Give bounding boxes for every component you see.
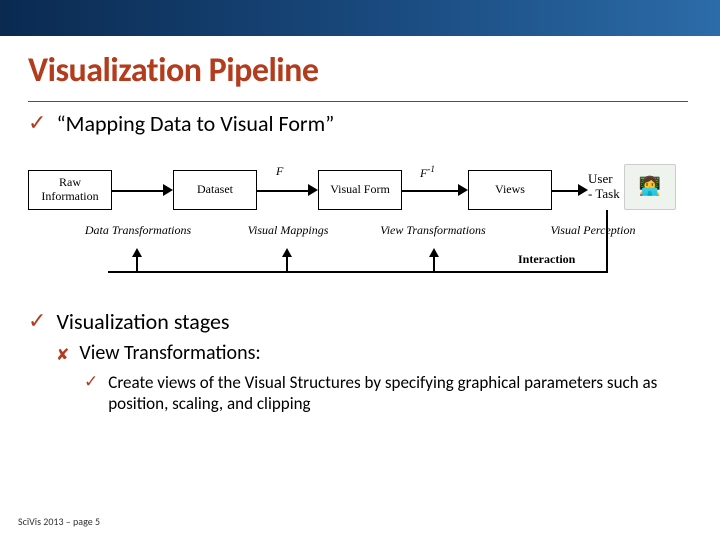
arrow-visual-views xyxy=(402,190,458,192)
user-task: User - Task 👩‍💻 xyxy=(588,164,693,210)
bullet-stages: ✓ Visualization stages xyxy=(28,308,692,336)
arrow-raw-dataset xyxy=(112,190,163,192)
arrow-head-icon xyxy=(458,184,468,196)
label-data-transformations: Data Transformations xyxy=(83,224,193,238)
box-dataset: Dataset xyxy=(173,170,257,210)
box-visual-form: Visual Form xyxy=(318,170,402,210)
arrow-up-icon xyxy=(282,248,292,257)
header-bar xyxy=(0,0,720,36)
slide-content: Visualization Pipeline ✓ “Mapping Data t… xyxy=(0,36,720,415)
user-downlink xyxy=(606,210,608,272)
page-footer: SciVis 2013 – page 5 xyxy=(18,515,100,528)
arrow-head-icon xyxy=(163,184,173,196)
arrow-views-user xyxy=(552,190,578,192)
x-icon: ✘ xyxy=(56,346,69,365)
bullet-mapping-text: “Mapping Data to Visual Form” xyxy=(56,110,334,138)
check-icon: ✓ xyxy=(84,372,98,392)
arrow-up-icon xyxy=(132,248,142,257)
arrow-head-icon xyxy=(578,184,588,196)
label-f-inverse: F-1 xyxy=(420,164,435,181)
label-f-inverse-sup: -1 xyxy=(427,164,435,174)
pipeline-diagram: Raw Information Dataset Visual Form View… xyxy=(28,152,692,292)
arrow-up-icon xyxy=(429,248,439,257)
bullet-leaf: ✓ Create views of the Visual Structures … xyxy=(84,372,692,415)
bullet-mapping: ✓ “Mapping Data to Visual Form” xyxy=(28,110,692,138)
arrow-head-icon xyxy=(308,184,318,196)
label-visual-mappings: Visual Mappings xyxy=(233,224,343,238)
slide-title: Visualization Pipeline xyxy=(28,50,692,91)
label-f: F xyxy=(276,164,283,179)
bullet-leaf-text: Create views of the Visual Structures by… xyxy=(108,372,692,415)
title-underline xyxy=(28,101,688,102)
box-views: Views xyxy=(468,170,552,210)
bullet-sub-text: View Transformations: xyxy=(79,341,260,366)
feedback-stem xyxy=(286,256,288,272)
user-task-label: User - Task xyxy=(588,172,620,202)
check-icon: ✓ xyxy=(28,110,46,136)
arrow-dataset-visual xyxy=(257,190,308,192)
label-interaction: Interaction xyxy=(518,252,575,267)
bullet-view-transformations: ✘ View Transformations: xyxy=(56,341,692,366)
user-icon: 👩‍💻 xyxy=(624,164,676,210)
feedback-stem xyxy=(433,256,435,272)
interaction-bus xyxy=(108,271,608,273)
feedback-stem xyxy=(136,256,138,272)
label-visual-perception: Visual Perception xyxy=(538,224,648,238)
box-raw-information: Raw Information xyxy=(28,170,112,210)
label-view-transformations: View Transformations xyxy=(378,224,488,238)
check-icon: ✓ xyxy=(28,308,46,334)
bullet-stages-text: Visualization stages xyxy=(56,308,229,336)
